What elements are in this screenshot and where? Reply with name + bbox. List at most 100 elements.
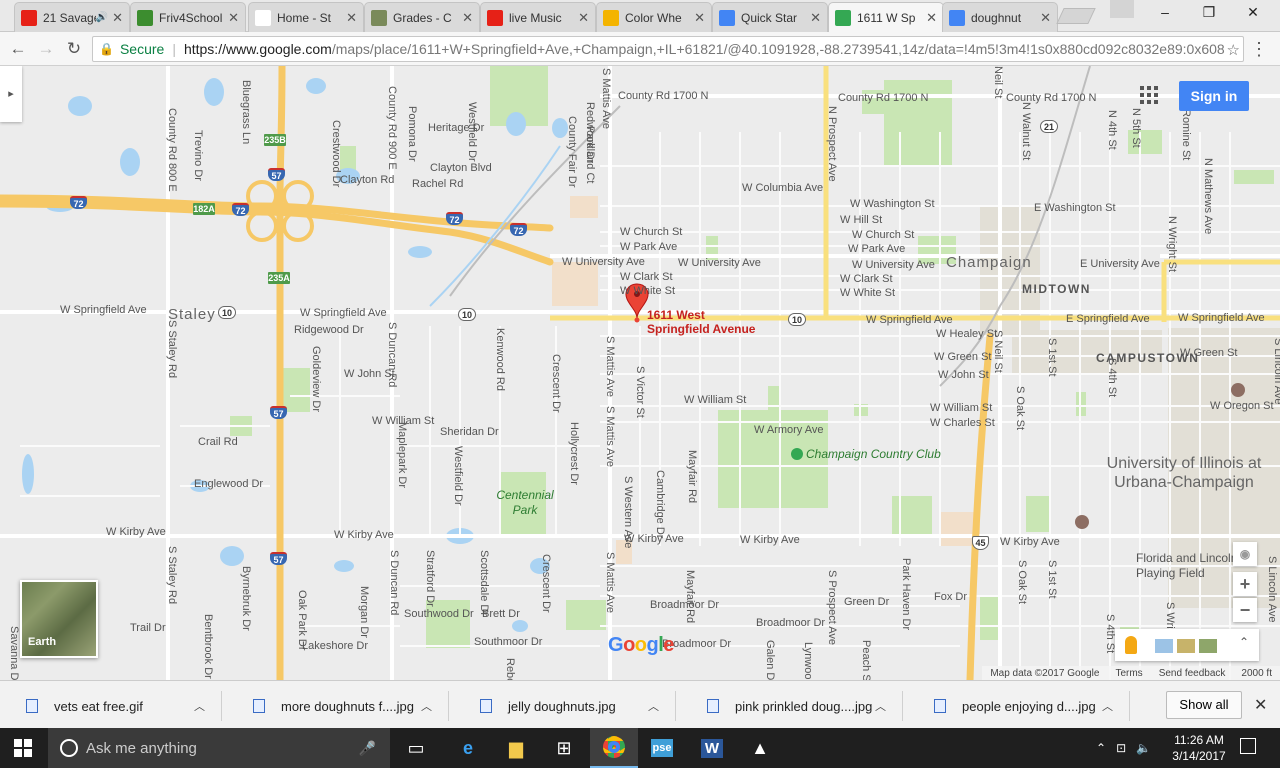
- pegman-icon[interactable]: [1125, 636, 1137, 654]
- word-icon[interactable]: W: [700, 738, 724, 758]
- imagery-thumb-1[interactable]: [1155, 639, 1173, 653]
- download-options-icon[interactable]: ︿: [194, 698, 205, 714]
- new-tab-button[interactable]: [1056, 8, 1096, 24]
- earth-view-toggle[interactable]: Earth: [20, 580, 98, 658]
- audio-playing-icon[interactable]: 🔊: [96, 12, 108, 23]
- microphone-icon[interactable]: 🎤: [359, 740, 376, 757]
- street-label: Rachel Rd: [412, 178, 464, 190]
- reload-button[interactable]: ↻: [62, 37, 86, 61]
- scale-label[interactable]: 2000 ft: [1241, 668, 1272, 679]
- download-item[interactable]: vets eat free.gif ︿: [4, 691, 222, 721]
- browser-tab[interactable]: live Music ✕: [480, 2, 596, 32]
- street-label: Pomona Dr: [406, 106, 418, 162]
- street-label: Neil St: [992, 66, 1004, 99]
- download-options-icon[interactable]: ︿: [875, 698, 886, 714]
- minimize-button[interactable]: –: [1150, 4, 1180, 20]
- zoom-in-button[interactable]: +: [1233, 572, 1257, 596]
- route-shield: 57: [270, 406, 287, 419]
- browser-tab[interactable]: Quick Star ✕: [712, 2, 828, 32]
- google-apps-icon[interactable]: [1140, 86, 1158, 104]
- edge-icon[interactable]: e: [444, 728, 492, 768]
- cortana-search-box[interactable]: Ask me anything 🎤: [48, 728, 390, 768]
- browser-tab[interactable]: Grades - C ✕: [364, 2, 480, 32]
- photoshop-elements-icon[interactable]: pse: [650, 739, 674, 757]
- close-tab-icon[interactable]: ✕: [810, 10, 821, 26]
- street-label: W Springfield Ave: [300, 307, 387, 319]
- close-tab-icon[interactable]: ✕: [694, 10, 705, 26]
- download-item[interactable]: pink prinkled doug....jpg ︿: [685, 691, 903, 721]
- park-label[interactable]: Champaign Country Club: [806, 447, 941, 461]
- volume-icon[interactable]: 🔈: [1136, 741, 1151, 755]
- action-center-icon[interactable]: [1240, 738, 1256, 754]
- url-path: /maps/place/1611+W+Springfield+Ave,+Cham…: [331, 41, 1225, 57]
- download-options-icon[interactable]: ︿: [1102, 698, 1113, 714]
- close-tab-icon[interactable]: ✕: [228, 10, 239, 26]
- street-label: S 1st St: [1046, 338, 1058, 377]
- youtube-icon: [21, 9, 37, 26]
- profile-button[interactable]: [1110, 0, 1134, 18]
- bookmark-star-icon[interactable]: ☆: [1227, 41, 1240, 59]
- maximize-button[interactable]: ❐: [1194, 4, 1224, 21]
- back-button[interactable]: ←: [6, 37, 30, 61]
- route-shield: 10: [788, 313, 806, 326]
- street-label: Westfield Dr: [466, 102, 478, 162]
- terms-link[interactable]: Terms: [1115, 668, 1142, 679]
- street-label: Stratford Dr: [424, 550, 436, 607]
- my-location-icon[interactable]: ◉: [1233, 542, 1257, 566]
- downloads-bar: vets eat free.gif ︿ more doughnuts f....jp…: [0, 680, 1280, 728]
- close-tab-icon[interactable]: ✕: [1040, 10, 1051, 26]
- close-tab-icon[interactable]: ✕: [926, 10, 937, 26]
- close-tab-icon[interactable]: ✕: [462, 10, 473, 26]
- close-tab-icon[interactable]: ✕: [112, 10, 123, 26]
- browser-tab[interactable]: Home - St ✕: [248, 2, 364, 32]
- system-clock[interactable]: 11:26 AM 3/14/2017: [1166, 732, 1232, 764]
- forward-button[interactable]: →: [34, 37, 58, 61]
- map-canvas[interactable]: County Rd 1700 N County Rd 1700 N County R…: [0, 66, 1280, 680]
- zoom-out-button[interactable]: −: [1233, 598, 1257, 622]
- sign-in-button[interactable]: Sign in: [1179, 81, 1249, 111]
- chrome-icon[interactable]: [590, 728, 638, 768]
- park-label[interactable]: Centennial Park: [490, 488, 560, 518]
- task-view-icon[interactable]: ▭: [392, 728, 440, 768]
- street-label: Scottsdale Dr: [478, 550, 490, 617]
- address-bar[interactable]: 🔒 Secure | https://www.google.com/maps/p…: [92, 36, 1244, 62]
- send-feedback-link[interactable]: Send feedback: [1159, 668, 1226, 679]
- image-file-icon: [707, 699, 719, 713]
- street-label: S Neil St: [992, 330, 1004, 373]
- imagery-thumb-3[interactable]: [1199, 639, 1217, 653]
- download-item[interactable]: jelly doughnuts.jpg ︿: [458, 691, 676, 721]
- street-label: S Victor St: [634, 366, 646, 418]
- street-label: W Clark St: [840, 273, 893, 285]
- download-options-icon[interactable]: ︿: [421, 698, 432, 714]
- expand-imagery-icon[interactable]: ⌃: [1239, 635, 1249, 649]
- download-item[interactable]: more doughnuts f....jpg ︿: [231, 691, 449, 721]
- download-options-icon[interactable]: ︿: [648, 698, 659, 714]
- close-tab-icon[interactable]: ✕: [346, 10, 357, 26]
- place-pin-label[interactable]: 1611 West Springfield Avenue: [647, 308, 767, 336]
- university-label[interactable]: University of Illinois at Urbana-Champai…: [1104, 454, 1264, 492]
- street-label: W White St: [620, 285, 676, 297]
- playing-field-label[interactable]: Florida and Lincoln Playing Field: [1136, 551, 1246, 581]
- file-explorer-icon[interactable]: ▆: [492, 728, 540, 768]
- side-panel-toggle[interactable]: ▸: [0, 66, 22, 122]
- browser-tab[interactable]: Friv4School ✕: [130, 2, 246, 32]
- close-window-button[interactable]: ✕: [1238, 4, 1268, 21]
- download-item[interactable]: people enjoying d....jpg ︿: [912, 691, 1130, 721]
- browser-tab[interactable]: 21 Savage 🔊 ✕: [14, 2, 130, 32]
- windows-start-icon[interactable]: [14, 739, 32, 757]
- close-tab-icon[interactable]: ✕: [578, 10, 589, 26]
- close-downloads-icon[interactable]: ✕: [1254, 695, 1267, 715]
- network-icon[interactable]: ⊡: [1116, 741, 1126, 755]
- browser-tab[interactable]: doughnut ✕: [942, 2, 1058, 32]
- chrome-menu-icon[interactable]: ⋮: [1250, 39, 1268, 60]
- street-label: W Park Ave: [620, 241, 678, 253]
- store-icon[interactable]: ⊞: [540, 728, 588, 768]
- street-label: S Duncan Rd: [386, 322, 398, 388]
- imagery-thumb-2[interactable]: [1177, 639, 1195, 653]
- browser-tab[interactable]: Color Whe ✕: [596, 2, 712, 32]
- show-hidden-icons-icon[interactable]: ⌃: [1096, 741, 1106, 755]
- show-all-downloads-button[interactable]: Show all: [1166, 691, 1242, 719]
- photos-icon[interactable]: ▲: [736, 728, 784, 768]
- street-label: Green Dr: [844, 596, 890, 608]
- browser-tab[interactable]: 1611 W Sp ✕: [828, 2, 944, 32]
